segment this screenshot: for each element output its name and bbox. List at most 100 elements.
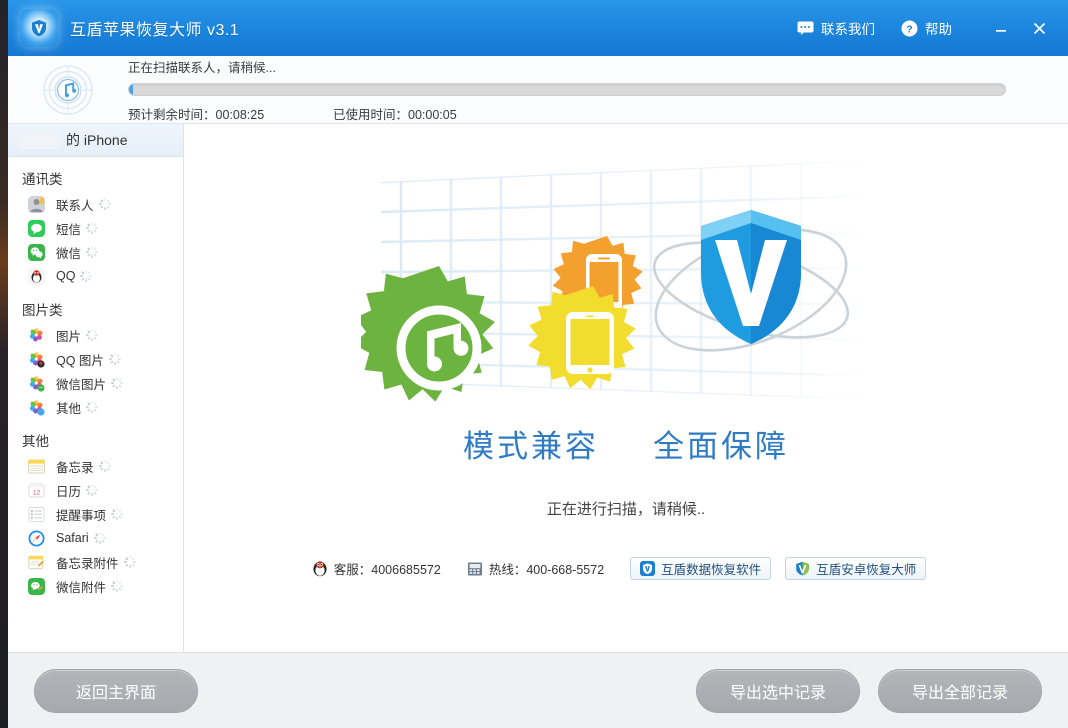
loading-spinner-icon: [111, 377, 124, 389]
export-selected-button[interactable]: 导出选中记录: [696, 668, 860, 713]
sidebar-item-notes-attachment[interactable]: 备忘录附件: [8, 550, 183, 574]
hotline-label: 热线：400-668-5572: [488, 563, 605, 577]
sidebar-group-title: 其他: [22, 434, 49, 449]
contact-us-label: 联系我们: [821, 22, 875, 37]
shield-logo-icon: [20, 9, 58, 47]
hudun-android-recovery-icon: [795, 561, 810, 576]
notes-attachment-icon: [28, 554, 45, 571]
loading-spinner-icon: [86, 329, 99, 341]
radar-music-scan-icon: [8, 63, 128, 117]
loading-spinner-icon: [80, 270, 93, 282]
loading-spinner-icon: [98, 460, 111, 472]
sidebar-item-messages[interactable]: 短信: [8, 216, 183, 240]
loading-spinner-icon: [93, 532, 106, 544]
export-all-button[interactable]: 导出全部记录: [878, 668, 1042, 713]
sidebar-item-label: QQ: [56, 269, 76, 283]
svg-text:12: 12: [33, 489, 41, 496]
sidebar-item-label: 联系人: [56, 198, 94, 213]
telephone-icon: [467, 561, 483, 577]
sidebar-item-wechat-attachment[interactable]: 微信附件: [8, 574, 183, 598]
qq-penguin-icon: [28, 267, 45, 285]
body-split: 的 iPhone 通讯类 联系人 短信 微信 QQ 图片类 图片 QQ 图片 微…: [8, 124, 1068, 652]
chat-bubble-icon: [797, 21, 814, 35]
scan-time-row: 预计剩余时间：00:08:25 已使用时间：00:00:05: [128, 104, 1006, 123]
hudun-data-recovery-icon: [640, 561, 656, 576]
calendar-icon: 12: [28, 482, 45, 499]
sidebar-item-label: 备忘录附件: [56, 556, 119, 571]
gears-phone-shield-illustration: [361, 160, 871, 402]
photos-icon: [28, 326, 45, 344]
reminders-icon: [28, 506, 45, 523]
device-tab[interactable]: 的 iPhone: [8, 124, 183, 157]
contact-row: 客服：4006685572 热线：400-668-5572 互盾数据恢复软件 互…: [312, 557, 940, 580]
question-circle-icon: ?: [901, 20, 918, 37]
sidebar-item-photos[interactable]: 图片: [8, 323, 183, 347]
contacts-icon: [28, 195, 45, 213]
desktop-background-strip: [0, 0, 8, 728]
sidebar-item-other-photos[interactable]: 其他: [8, 395, 183, 419]
scan-progress-panel: 正在扫描联系人，请稍候... 预计剩余时间：00:08:25 已使用时间：00:…: [8, 56, 1068, 124]
sidebar-item-label: 短信: [56, 222, 82, 237]
sidebar-item-safari[interactable]: Safari: [8, 526, 183, 550]
loading-spinner-icon: [123, 556, 136, 568]
loading-spinner-icon: [111, 508, 124, 520]
other-photos-icon: [28, 398, 45, 416]
loading-spinner-icon: [86, 246, 99, 258]
sidebar-item-reminders[interactable]: 提醒事项: [8, 502, 183, 526]
loading-spinner-icon: [86, 222, 99, 234]
help-button[interactable]: ? 帮助: [901, 18, 952, 38]
safari-icon: [28, 530, 45, 547]
close-button[interactable]: [1024, 13, 1054, 43]
messages-icon: [28, 219, 45, 237]
wechat-icon: [28, 243, 45, 261]
customer-service-label: 客服：4006685572: [333, 563, 441, 577]
time-elapsed-value: 00:00:05: [408, 107, 457, 122]
sidebar-item-label: Safari: [56, 531, 89, 545]
sidebar-item-wechat-photos[interactable]: 微信图片: [8, 371, 183, 395]
footer-bar: 返回主界面 导出选中记录 导出全部记录: [8, 652, 1068, 728]
sidebar-group-title: 通讯类: [22, 172, 63, 187]
time-remaining-label: 预计剩余时间：: [128, 107, 216, 122]
sidebar-item-notes[interactable]: 备忘录: [8, 454, 183, 478]
loading-spinner-icon: [111, 580, 124, 592]
wechat-attachment-icon: [28, 577, 45, 595]
sidebar: 的 iPhone 通讯类 联系人 短信 微信 QQ 图片类 图片 QQ 图片 微…: [8, 124, 184, 652]
sidebar-item-label: 备忘录: [56, 460, 94, 475]
sidebar-item-label: 图片: [56, 329, 82, 344]
sidebar-item-label: 微信: [56, 246, 82, 261]
sidebar-item-qq-penguin[interactable]: QQ: [8, 264, 183, 288]
hudun-data-recovery-label: 互盾数据恢复软件: [661, 563, 762, 577]
sidebar-item-contacts[interactable]: 联系人: [8, 192, 183, 216]
device-name-redacted: [18, 131, 60, 149]
loading-spinner-icon: [98, 198, 111, 210]
sidebar-item-label: 提醒事项: [56, 508, 107, 523]
sidebar-group-title: 图片类: [22, 303, 63, 318]
loading-spinner-icon: [108, 353, 121, 365]
back-to-home-button[interactable]: 返回主界面: [34, 668, 198, 713]
time-remaining: 预计剩余时间：00:08:25: [128, 104, 333, 123]
minimize-button[interactable]: [986, 13, 1016, 43]
time-elapsed: 已使用时间：00:00:05: [333, 104, 457, 123]
application-window: 互盾苹果恢复大师 v3.1 联系我们 ? 帮助 正在扫描联系人，请稍候... 预…: [8, 0, 1068, 728]
hudun-data-recovery-button[interactable]: 互盾数据恢复软件: [630, 557, 772, 580]
progress-area: 正在扫描联系人，请稍候... 预计剩余时间：00:08:25 已使用时间：00:…: [128, 57, 1006, 123]
qq-photos-icon: [28, 350, 45, 368]
qq-penguin-icon: [312, 560, 328, 577]
progress-bar: [128, 82, 1006, 96]
sidebar-item-qq-photos[interactable]: QQ 图片: [8, 347, 183, 371]
sidebar-item-calendar[interactable]: 12 日历: [8, 478, 183, 502]
slogan-2: 全面保障: [653, 429, 789, 464]
scan-status-text: 正在扫描联系人，请稍候...: [128, 60, 276, 75]
sidebar-groups: 通讯类 联系人 短信 微信 QQ 图片类 图片 QQ 图片 微信图片 其他 其他…: [8, 157, 183, 598]
sidebar-item-label: QQ 图片: [56, 353, 104, 368]
progress-bar-fill: [129, 83, 133, 95]
hotline-block: 热线：400-668-5572: [467, 559, 604, 578]
contact-us-button[interactable]: 联系我们: [797, 18, 875, 38]
slogan-row: 模式兼容 全面保障: [463, 421, 789, 466]
scan-hint-text: 正在进行扫描，请稍候..: [546, 501, 706, 518]
sidebar-item-wechat[interactable]: 微信: [8, 240, 183, 264]
hudun-android-recovery-button[interactable]: 互盾安卓恢复大师: [785, 557, 927, 580]
help-label: 帮助: [925, 22, 952, 37]
loading-spinner-icon: [86, 484, 99, 496]
sidebar-item-label: 日历: [56, 484, 82, 499]
